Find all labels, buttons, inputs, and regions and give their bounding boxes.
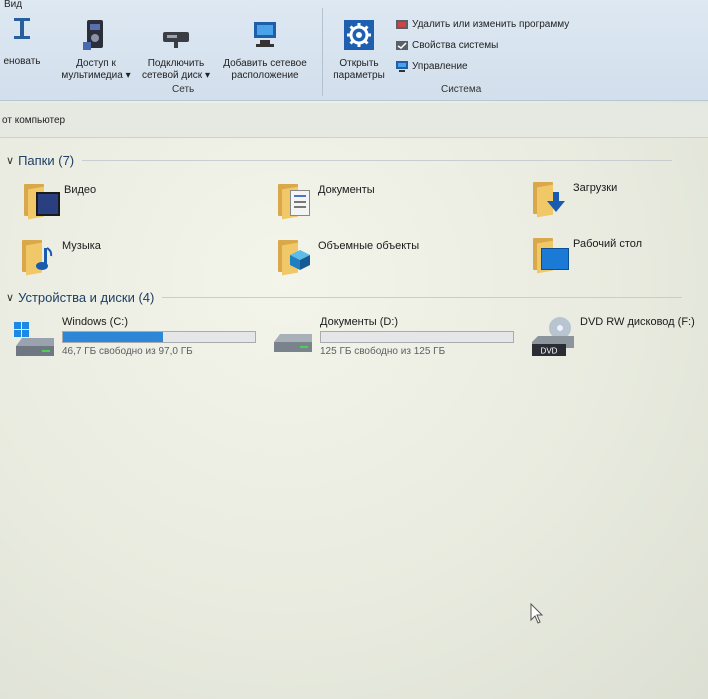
drive-name: Документы (D:) (320, 316, 399, 328)
devices-section-header[interactable]: ∨ Устройства и диски (4) (6, 290, 683, 305)
map-network-drive-button[interactable]: Подключить сетевой диск ▾ (137, 18, 215, 82)
media-label-1: Доступ к (76, 58, 116, 69)
rename-button[interactable]: еновать (0, 14, 44, 68)
drive-usage-bar (62, 331, 256, 343)
uninstall-program-button[interactable]: Удалить или изменить программу (396, 19, 569, 30)
dvd-logo-text: DVD (541, 347, 558, 356)
folder-label: Загрузки (573, 182, 618, 194)
drive-tile-d[interactable]: Документы (D:) 125 ГБ свободно из 125 ГБ (270, 316, 514, 357)
devices-section-title: Устройства и диски (4) (18, 290, 155, 305)
tab-view[interactable]: Вид (4, 0, 22, 10)
music-folder-icon (20, 236, 58, 276)
folder-tile-3d-objects[interactable]: Объемные объекты (276, 236, 420, 276)
address-bar[interactable]: от компьютер (0, 103, 708, 138)
media-access-button[interactable]: Доступ к мультимедиа ▾ (54, 18, 138, 82)
group-system-label: Система (441, 84, 482, 95)
folder-tile-music[interactable]: Музыка (20, 236, 101, 276)
uninstall-label: Удалить или изменить программу (412, 19, 570, 30)
folder-tile-video[interactable]: Видео (22, 180, 97, 220)
ribbon-separator (322, 8, 323, 96)
drive-usage-bar (320, 331, 514, 343)
drive-tile-f[interactable]: DVD DVD RW дисковод (F:) (530, 316, 695, 356)
network-drive-icon (163, 32, 189, 48)
folder-label: Документы (318, 184, 375, 196)
chevron-down-icon: ∨ (6, 292, 15, 304)
folders-section-title: Папки (7) (18, 153, 75, 168)
ribbon: Вид еновать Доступ к мультимедиа ▾ Подкл… (0, 0, 708, 101)
folder-label: Рабочий стол (573, 238, 643, 250)
windows-drive-icon (12, 316, 56, 356)
computer-manage-icon (396, 61, 408, 72)
folder-label: Объемные объекты (318, 240, 420, 252)
group-network-label: Сеть (172, 84, 195, 95)
add-location-label-2: расположение (231, 70, 299, 81)
open-settings-button[interactable]: Открыть параметры (326, 18, 392, 82)
documents-folder-icon (276, 180, 314, 220)
media-server-icon (83, 20, 103, 50)
drive-usage-fill (63, 332, 163, 342)
drive-free-space: 46,7 ГБ свободно из 97,0 ГБ (62, 346, 193, 357)
rename-label: еновать (3, 56, 41, 67)
manage-label: Управление (412, 61, 468, 72)
rename-icon (14, 18, 30, 39)
properties-label: Свойства системы (412, 40, 499, 51)
gear-icon (344, 20, 374, 50)
drive-tile-c[interactable]: Windows (C:) 46,7 ГБ свободно из 97,0 ГБ (12, 316, 256, 357)
folder-tile-desktop[interactable]: Рабочий стол (531, 234, 643, 274)
hard-drive-icon (270, 316, 314, 356)
folder-tile-downloads[interactable]: Загрузки (531, 178, 618, 218)
folders-section-header[interactable]: ∨ Папки (7) (6, 153, 673, 168)
chevron-down-icon: ∨ (6, 155, 15, 167)
drive-name: Windows (C:) (62, 316, 129, 328)
mouse-cursor-icon (530, 603, 544, 624)
map-drive-label-1: Подключить (147, 58, 205, 69)
address-text: от компьютер (2, 115, 66, 126)
open-settings-label-1: Открыть (339, 58, 379, 69)
desktop-folder-icon (531, 234, 569, 274)
uninstall-icon (396, 20, 408, 29)
folder-tile-documents[interactable]: Документы (276, 180, 375, 220)
folder-label: Видео (64, 184, 97, 196)
folder-label: Музыка (62, 240, 101, 252)
network-location-icon (254, 22, 276, 47)
downloads-folder-icon (531, 178, 569, 218)
add-location-label-1: Добавить сетевое (223, 58, 307, 69)
map-drive-label-2: сетевой диск ▾ (142, 70, 210, 81)
video-folder-icon (22, 180, 60, 220)
section-divider (162, 297, 683, 298)
drive-name: DVD RW дисковод (F:) (580, 316, 695, 328)
dvd-drive-icon: DVD (530, 316, 574, 356)
3d-objects-folder-icon (276, 236, 314, 276)
system-properties-button[interactable]: Свойства системы (396, 40, 498, 51)
open-settings-label-2: параметры (333, 70, 385, 81)
manage-button[interactable]: Управление (396, 61, 468, 72)
checkmark-properties-icon (396, 41, 408, 50)
media-label-2: мультимедиа ▾ (61, 70, 131, 81)
drive-free-space: 125 ГБ свободно из 125 ГБ (320, 346, 446, 357)
add-network-location-button[interactable]: Добавить сетевое расположение (215, 18, 315, 82)
section-divider (82, 160, 673, 161)
